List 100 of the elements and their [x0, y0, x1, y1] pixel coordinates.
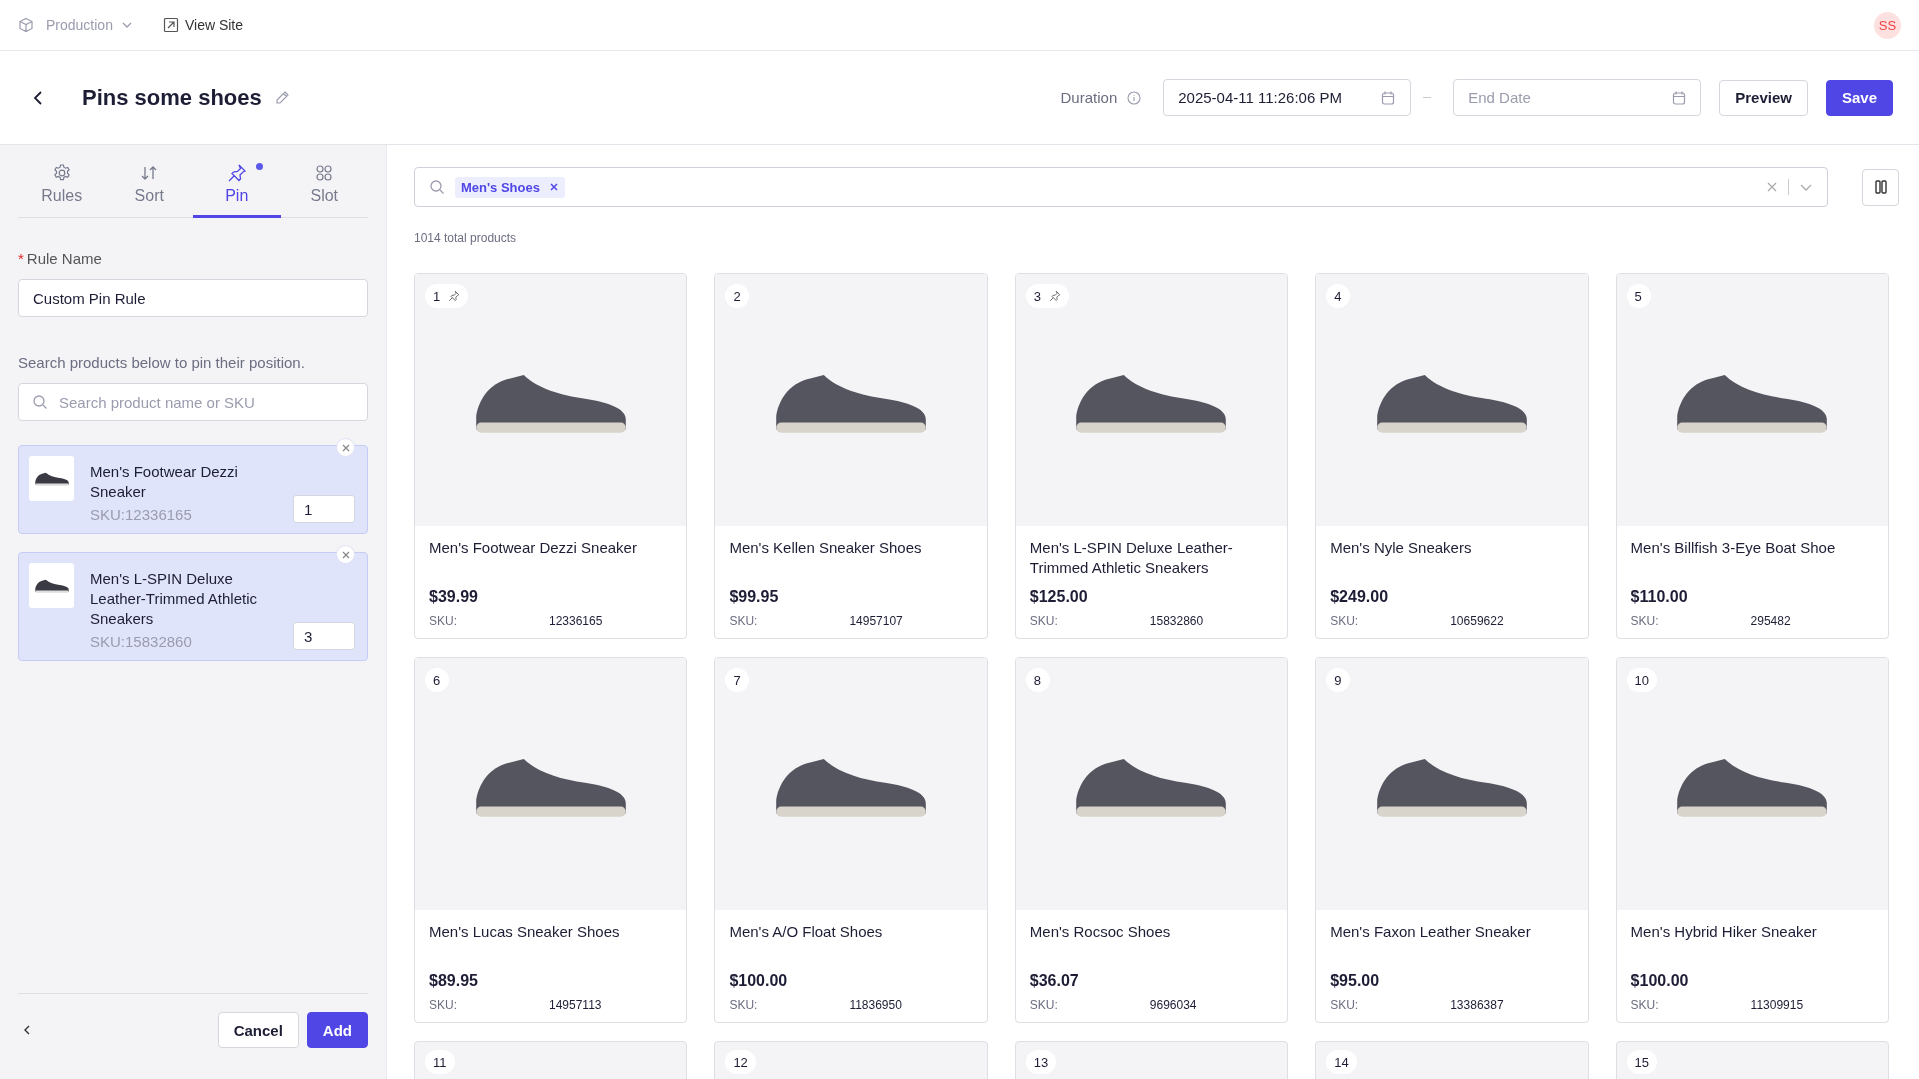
- product-price: $89.95: [429, 972, 479, 990]
- sku-label: SKU:: [1029, 614, 1059, 628]
- product-price: $39.99: [429, 588, 479, 606]
- position-badge: 1: [425, 284, 469, 308]
- product-card[interactable]: 3 Men's L-SPIN Deluxe Leather-Trimmed Athletic Sneakers $125.00 SKU: 15832860: [1014, 273, 1289, 639]
- clear-icon[interactable]: [1766, 181, 1778, 193]
- position-badge: 13: [1025, 1050, 1057, 1074]
- product-price: $100.00: [729, 972, 789, 990]
- sku-label: SKU:: [1029, 998, 1059, 1012]
- product-card[interactable]: 12: [714, 1041, 988, 1079]
- product-card[interactable]: 13: [1014, 1041, 1289, 1079]
- product-price: $249.00: [1330, 588, 1390, 606]
- product-sku: 14957113: [549, 998, 603, 1012]
- preview-button[interactable]: Preview: [1719, 79, 1808, 116]
- sku-label: SKU:: [729, 998, 759, 1012]
- product-name: Men's Rocsoc Shoes: [1029, 922, 1172, 942]
- columns-button[interactable]: [1862, 168, 1899, 206]
- sidebar-tab[interactable]: Rules: [18, 163, 106, 218]
- product-card[interactable]: 6 Men's Lucas Sneaker Shoes $89.95 SKU: 14957113: [414, 657, 688, 1023]
- columns-icon: [1872, 179, 1889, 195]
- page-title: Pins some shoes: [82, 84, 262, 111]
- product-sku: 10659622: [1450, 614, 1505, 628]
- product-card[interactable]: 5 Men's Billfish 3-Eye Boat Shoe $110.00 SKU: 295482: [1615, 273, 1889, 639]
- product-card[interactable]: 11: [414, 1041, 688, 1079]
- product-card[interactable]: 10 Men's Hybrid Hiker Sneaker $100.00 SKU: 11309915: [1615, 657, 1889, 1023]
- total-count: 1014 total products: [414, 231, 518, 245]
- position-badge: 2: [725, 284, 750, 308]
- product-sku: 15832860: [1149, 614, 1205, 628]
- add-button[interactable]: Add: [306, 1012, 368, 1048]
- product-price: $100.00: [1630, 972, 1690, 990]
- product-thumbnail: [29, 456, 74, 501]
- product-name: Men's Footwear Dezzi Sneaker: [429, 538, 638, 558]
- sku-label: SKU:: [429, 614, 458, 628]
- calendar-icon: [1671, 89, 1688, 106]
- position-badge: 12: [725, 1050, 756, 1074]
- product-sku: 14957107: [849, 614, 904, 628]
- product-sku: 11836950: [849, 998, 903, 1012]
- product-card[interactable]: 14: [1315, 1041, 1589, 1079]
- rule-name-label: Rule Name: [26, 250, 102, 267]
- sidebar-tab[interactable]: Pin: [193, 163, 281, 218]
- sidebar-tab[interactable]: Slot: [280, 163, 368, 218]
- view-site-link[interactable]: View Site: [162, 17, 244, 33]
- sku-label: SKU:: [1330, 998, 1360, 1012]
- product-name: Men's Nyle Sneakers: [1330, 538, 1473, 558]
- product-sku: 295482: [1750, 614, 1792, 628]
- product-name: Men's Hybrid Hiker Sneaker: [1630, 922, 1818, 942]
- product-sku: 12336165: [549, 614, 604, 628]
- edit-icon[interactable]: [273, 89, 290, 106]
- product-card[interactable]: 4 Men's Nyle Sneakers $249.00 SKU: 10659622: [1315, 273, 1589, 639]
- search-icon: [32, 394, 48, 410]
- product-name: Men's L-SPIN Deluxe Leather-Trimmed Athletic Sneakers: [1029, 538, 1234, 578]
- pinned-product-name: Men's L-SPIN Deluxe Leather-Trimmed Athletic Sneakers: [90, 569, 258, 629]
- product-card[interactable]: 1 Men's Footwear Dezzi Sneaker $39.99 SKU: 12336165: [414, 273, 688, 639]
- rule-name-input[interactable]: Custom Pin Rule: [18, 279, 368, 317]
- save-button[interactable]: Save: [1825, 79, 1893, 116]
- product-sku: 13386387: [1450, 998, 1505, 1012]
- search-hint: Search products below to pin their position.: [18, 354, 306, 371]
- position-badge: 10: [1626, 668, 1658, 692]
- position-badge: 6: [425, 668, 449, 692]
- pinned-product-sku: SKU:12336165: [90, 506, 193, 523]
- product-price: $95.00: [1330, 972, 1381, 990]
- info-icon[interactable]: [1127, 90, 1142, 105]
- filter-field[interactable]: Men's Shoes: [414, 167, 1828, 207]
- required-mark: *: [18, 250, 24, 267]
- product-thumbnail: [29, 563, 74, 608]
- position-badge: 3: [1025, 284, 1070, 308]
- sku-label: SKU:: [729, 614, 759, 628]
- product-search-field[interactable]: Search product name or SKU: [18, 383, 368, 421]
- pin-icon: [226, 163, 247, 183]
- close-icon[interactable]: [548, 182, 559, 192]
- position-badge: 7: [725, 668, 750, 692]
- position-input[interactable]: 1: [293, 495, 355, 523]
- external-link-icon: [162, 17, 179, 33]
- sku-label: SKU:: [1630, 614, 1660, 628]
- product-card[interactable]: 2 Men's Kellen Sneaker Shoes $99.95 SKU: 14957107: [714, 273, 988, 639]
- pinned-product-sku: SKU:15832860: [90, 633, 193, 650]
- product-name: Men's Faxon Leather Sneaker: [1330, 922, 1532, 942]
- sku-label: SKU:: [1330, 614, 1360, 628]
- filter-tag[interactable]: Men's Shoes: [455, 176, 565, 198]
- duration-label: Duration: [1060, 89, 1118, 106]
- product-card[interactable]: 15: [1615, 1041, 1889, 1079]
- product-name: Men's Lucas Sneaker Shoes: [429, 922, 621, 942]
- position-badge: 4: [1326, 284, 1351, 308]
- product-card[interactable]: 8 Men's Rocsoc Shoes $36.07 SKU: 9696034: [1014, 657, 1289, 1023]
- position-input[interactable]: 3: [293, 622, 355, 650]
- cancel-button[interactable]: Cancel: [217, 1012, 299, 1048]
- position-badge: 5: [1626, 284, 1651, 308]
- position-badge: 15: [1626, 1050, 1658, 1074]
- end-date-field[interactable]: End Date: [1453, 79, 1702, 116]
- product-card[interactable]: 9 Men's Faxon Leather Sneaker $95.00 SKU: 13386387: [1315, 657, 1589, 1023]
- remove-icon[interactable]: [336, 545, 355, 564]
- start-date-field[interactable]: 2025-04-11 11:26:06 PM: [1163, 79, 1412, 116]
- sidebar-tab[interactable]: Sort: [105, 163, 193, 218]
- product-price: $36.07: [1029, 972, 1080, 990]
- sku-label: SKU:: [429, 998, 458, 1012]
- product-card[interactable]: 7 Men's A/O Float Shoes $100.00 SKU: 11836950: [714, 657, 988, 1023]
- product-sku: 9696034: [1149, 998, 1198, 1012]
- position-badge: 9: [1326, 668, 1351, 692]
- remove-icon[interactable]: [336, 438, 355, 457]
- position-badge: 11: [425, 1050, 455, 1074]
